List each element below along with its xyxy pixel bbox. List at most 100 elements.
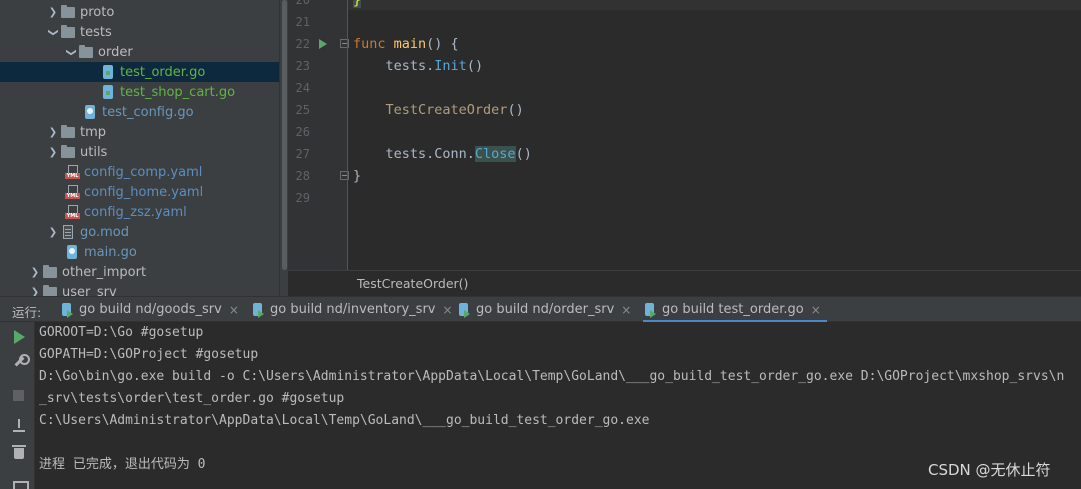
console-line: 进程 已完成，退出代码为 0 bbox=[39, 457, 206, 472]
code-editor[interactable]: 20 21 22 23 24 25 26 27 28 29 } func mai… bbox=[288, 0, 1081, 270]
run-toolbar bbox=[0, 322, 35, 489]
folder-icon bbox=[42, 284, 58, 296]
line-number: 27 bbox=[295, 147, 310, 161]
code-line-20: } bbox=[353, 0, 362, 11]
close-icon[interactable]: × bbox=[811, 303, 821, 317]
chevron-down-icon[interactable]: ❯ bbox=[48, 25, 59, 39]
stop-icon[interactable] bbox=[13, 390, 24, 401]
tree-item-label: test_order.go bbox=[120, 64, 206, 80]
tree-item-go-mod[interactable]: ❯ go.mod bbox=[0, 222, 279, 242]
scrollbar-thumb[interactable] bbox=[282, 0, 287, 270]
tree-scrollbar[interactable] bbox=[279, 0, 288, 296]
run-tab-order-srv[interactable]: go build nd/order_srv × bbox=[457, 297, 631, 322]
tree-item-label: test_config.go bbox=[102, 104, 194, 120]
yaml-file-icon: YML bbox=[64, 164, 80, 180]
code-line-27: tests.Conn.Close() bbox=[353, 143, 532, 165]
code-token: } bbox=[353, 0, 362, 8]
chevron-right-icon[interactable]: ❯ bbox=[28, 287, 42, 297]
code-token: () bbox=[515, 146, 532, 162]
line-number: 28 bbox=[295, 169, 310, 183]
wrench-icon[interactable] bbox=[11, 354, 30, 370]
editor-breadcrumb[interactable]: TestCreateOrder() bbox=[288, 270, 1081, 296]
layout-icon[interactable] bbox=[11, 479, 29, 489]
tree-item-test-shop-cart-go[interactable]: test_shop_cart.go bbox=[0, 82, 279, 102]
yaml-file-icon: YML bbox=[64, 204, 80, 220]
tree-item-label: config_comp.yaml bbox=[84, 164, 203, 180]
go-run-icon bbox=[60, 302, 74, 318]
current-line-highlight bbox=[348, 0, 1081, 10]
tree-item-config-home-yaml[interactable]: YML config_home.yaml bbox=[0, 182, 279, 202]
tree-item-label: utils bbox=[80, 144, 108, 160]
tree-item-label: other_import bbox=[62, 264, 147, 280]
run-tab-label: go build test_order.go bbox=[662, 302, 804, 317]
code-token: () bbox=[466, 58, 484, 74]
console-line: C:\Users\Administrator\AppData\Local\Tem… bbox=[39, 413, 650, 428]
code-token: Init bbox=[434, 58, 467, 74]
tree-item-label: go.mod bbox=[80, 224, 129, 240]
folder-icon bbox=[42, 264, 58, 280]
tree-item-other-import[interactable]: ❯ other_import bbox=[0, 262, 279, 282]
tree-item-tests[interactable]: ❯ tests bbox=[0, 22, 279, 42]
go-run-icon bbox=[251, 302, 265, 318]
close-icon[interactable]: × bbox=[621, 303, 631, 317]
chevron-down-icon[interactable]: ❯ bbox=[66, 45, 77, 59]
folder-icon bbox=[60, 144, 76, 160]
chevron-right-icon[interactable]: ❯ bbox=[46, 127, 60, 138]
tree-item-proto[interactable]: ❯ proto bbox=[0, 2, 279, 22]
editor-gutter: 20 21 22 23 24 25 26 27 28 29 bbox=[288, 0, 349, 270]
tree-item-main-go[interactable]: main.go bbox=[0, 242, 279, 262]
trash-icon[interactable] bbox=[11, 444, 27, 460]
go-mod-file-icon bbox=[60, 224, 76, 240]
code-line-22: func main() { bbox=[353, 33, 459, 55]
run-console[interactable]: GOROOT=D:\Go #gosetup GOPATH=D:\GOProjec… bbox=[36, 322, 1081, 489]
line-number: 23 bbox=[295, 59, 310, 73]
run-tab-label: go build nd/goods_srv bbox=[79, 302, 222, 317]
run-tab-test-order[interactable]: go build test_order.go × bbox=[643, 297, 827, 323]
rerun-icon[interactable] bbox=[14, 330, 25, 344]
code-token: func bbox=[353, 36, 386, 52]
code-token: TestCreateOrder bbox=[385, 102, 508, 118]
tree-item-label: main.go bbox=[84, 244, 137, 260]
breadcrumb-function[interactable]: TestCreateOrder() bbox=[357, 276, 468, 291]
go-run-icon bbox=[643, 302, 657, 318]
tree-item-test-order-go[interactable]: test_order.go bbox=[0, 62, 279, 82]
tree-item-utils[interactable]: ❯ utils bbox=[0, 142, 279, 162]
go-run-icon bbox=[457, 302, 471, 318]
run-tab-bar: 运行: go build nd/goods_srv × go build nd/… bbox=[0, 296, 1081, 323]
folder-icon bbox=[60, 24, 76, 40]
chevron-right-icon[interactable]: ❯ bbox=[46, 147, 60, 158]
chevron-right-icon[interactable]: ❯ bbox=[46, 7, 60, 18]
folder-icon bbox=[60, 124, 76, 140]
line-number: 21 bbox=[295, 15, 310, 29]
run-tab-label: go build nd/order_srv bbox=[476, 302, 615, 317]
line-number: 29 bbox=[295, 191, 310, 205]
chevron-right-icon[interactable]: ❯ bbox=[46, 227, 60, 238]
code-line-28: } bbox=[353, 165, 361, 187]
line-number: 20 bbox=[295, 0, 310, 7]
chevron-right-icon[interactable]: ❯ bbox=[28, 267, 42, 278]
go-test-file-icon bbox=[100, 64, 116, 80]
run-tab-inventory-srv[interactable]: go build nd/inventory_srv × bbox=[251, 297, 453, 322]
close-icon[interactable]: × bbox=[229, 303, 239, 317]
close-icon[interactable]: × bbox=[443, 303, 453, 317]
code-token: Close bbox=[474, 146, 516, 162]
scroll-to-end-icon[interactable] bbox=[11, 418, 27, 434]
run-panel-label: 运行: bbox=[12, 305, 42, 320]
console-line: _srv\tests\order\test_order.go #gosetup bbox=[39, 391, 345, 406]
console-line: D:\Go\bin\go.exe build -o C:\Users\Admin… bbox=[39, 369, 1065, 384]
code-line-23: tests.Init() bbox=[353, 55, 484, 77]
tree-item-order[interactable]: ❯ order bbox=[0, 42, 279, 62]
tree-item-config-zsz-yaml[interactable]: YML config_zsz.yaml bbox=[0, 202, 279, 222]
go-file-icon bbox=[82, 104, 98, 120]
go-test-file-icon bbox=[100, 84, 116, 100]
tree-item-tmp[interactable]: ❯ tmp bbox=[0, 122, 279, 142]
folder-icon bbox=[78, 44, 94, 60]
folder-icon bbox=[60, 4, 76, 20]
line-number: 25 bbox=[295, 103, 310, 117]
run-tab-goods-srv[interactable]: go build nd/goods_srv × bbox=[60, 297, 239, 322]
tree-item-config-comp-yaml[interactable]: YML config_comp.yaml bbox=[0, 162, 279, 182]
line-number: 26 bbox=[295, 125, 310, 139]
run-gutter-icon[interactable] bbox=[319, 39, 327, 49]
tree-item-user-srv[interactable]: ❯ user_srv bbox=[0, 282, 279, 296]
tree-item-test-config-go[interactable]: test_config.go bbox=[0, 102, 279, 122]
